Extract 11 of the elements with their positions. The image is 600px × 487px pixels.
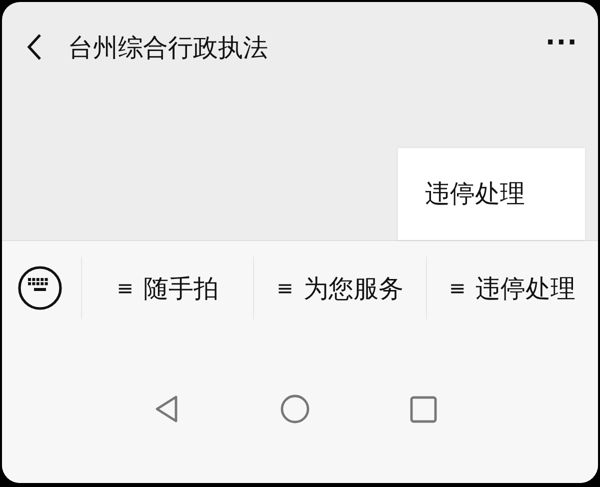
recents-icon[interactable] (410, 396, 436, 423)
menu-item[interactable]: ≡ 随手拍 (81, 257, 254, 319)
home-icon[interactable] (280, 394, 310, 424)
back-nav-icon[interactable] (154, 395, 180, 424)
more-button[interactable]: ··· (545, 33, 578, 61)
window-title: 台州综合行政执法 (68, 32, 269, 64)
submenu-item[interactable]: 违停处理 (398, 177, 525, 210)
keyboard-icon[interactable] (17, 265, 63, 311)
back-button[interactable] (26, 33, 42, 61)
menu-item[interactable]: ≡ 为您服务 (253, 257, 426, 319)
menu-item[interactable]: ≡ 违停处理 (426, 257, 598, 319)
